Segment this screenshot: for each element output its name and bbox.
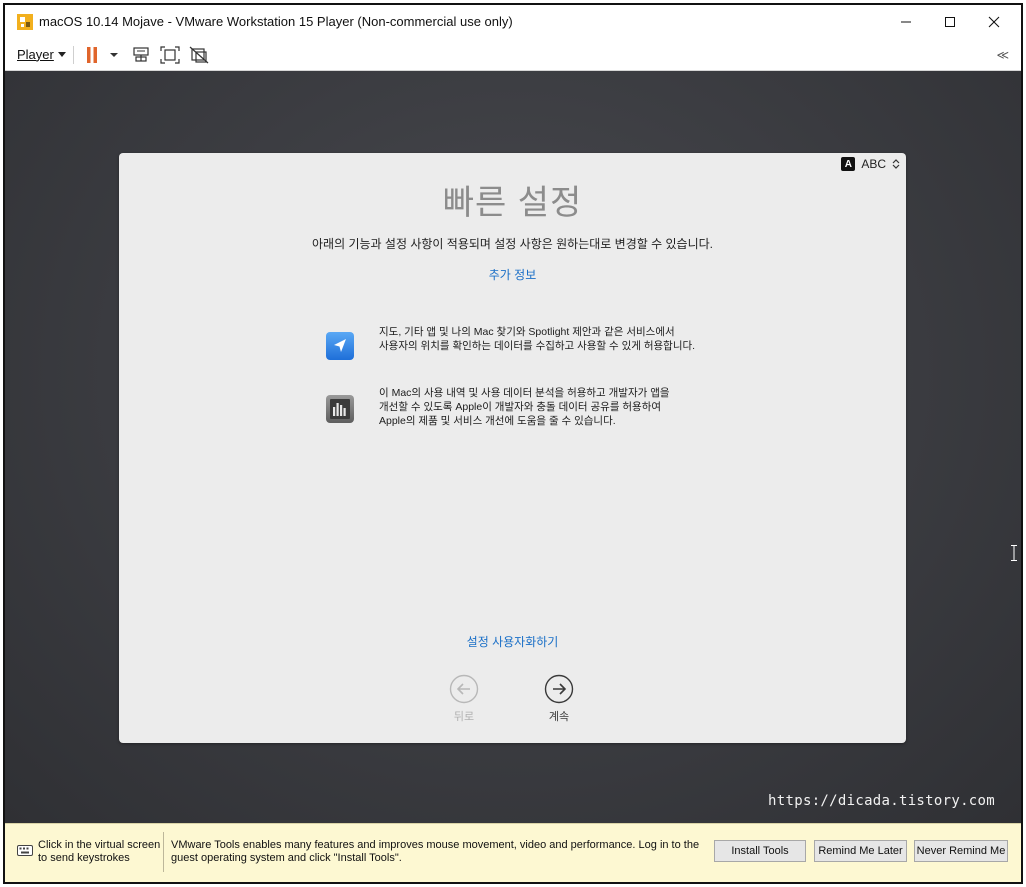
keyboard-icon	[17, 845, 33, 856]
maximize-button[interactable]	[927, 5, 973, 39]
feature-text-line: Apple의 제품 및 서비스 개선에 도움을 줄 수 있습니다.	[379, 415, 616, 427]
feature-text-line: 이 Mac의 사용 내역 및 사용 데이터 분석을 허용하고 개발자가 앱을	[379, 387, 670, 399]
vmware-tools-message: VMware Tools enables many features and i…	[171, 839, 700, 864]
blog-watermark: https://dicada.tistory.com	[768, 793, 995, 809]
dropdown-arrow-icon	[57, 51, 66, 57]
arrow-left-circle-icon	[449, 674, 479, 704]
analytics-feature: 이 Mac의 사용 내역 및 사용 데이터 분석을 허용하고 개발자가 앱을 개…	[325, 386, 745, 428]
page-title: 빠른 설정	[442, 184, 583, 222]
location-arrow-icon	[326, 332, 354, 360]
close-button[interactable]	[971, 5, 1017, 39]
customize-settings-link[interactable]: 설정 사용자화하기	[119, 633, 906, 650]
text-cursor-icon	[1011, 545, 1017, 561]
title-bar: macOS 10.14 Mojave - VMware Workstation …	[5, 5, 1021, 39]
vmware-tools-notification-bar: Click in the virtual screen to send keys…	[5, 823, 1021, 882]
page-subtitle: 아래의 기능과 설정 사항이 적용되며 설정 사항은 원하는대로 변경할 수 있…	[312, 237, 713, 251]
install-tools-button[interactable]: Install Tools	[714, 840, 806, 862]
feature-text-line: 사용자의 위치를 확인하는 데이터를 수집하고 사용할 수 있게 허용합니다.	[379, 340, 696, 352]
analytics-chart-icon	[326, 395, 354, 423]
vmware-player-app-icon	[17, 14, 33, 30]
continue-label: 계속	[548, 711, 570, 723]
input-source-label: ABC	[861, 157, 886, 171]
player-menu-button[interactable]: Player	[17, 47, 66, 62]
hint-line: to send keystrokes	[38, 852, 130, 864]
vmware-player-window: macOS 10.14 Mojave - VMware Workstation …	[3, 3, 1023, 884]
feature-text-line: 지도, 기타 앱 및 나의 Mac 찾기와 Spotlight 제안과 같은 서…	[379, 326, 675, 338]
back-label: 뒤로	[453, 711, 475, 723]
feature-text-line: 개선할 수 있도록 Apple이 개발자와 충돌 데이터 공유를 허용하여	[379, 401, 662, 413]
remind-me-later-button[interactable]: Remind Me Later	[814, 840, 907, 862]
maximize-icon	[945, 17, 955, 27]
input-source-badge: A	[841, 157, 856, 171]
window-title: macOS 10.14 Mojave - VMware Workstation …	[39, 14, 513, 29]
arrow-right-circle-icon	[544, 674, 574, 704]
click-to-send-keystrokes-hint: Click in the virtual screen to send keys…	[38, 839, 160, 865]
input-source-menu[interactable]: A ABC	[841, 157, 900, 171]
fullscreen-icon[interactable]	[160, 46, 180, 64]
minimize-button[interactable]	[883, 5, 929, 39]
continue-button[interactable]: 계속	[539, 674, 579, 724]
player-toolbar: Player ≪	[5, 39, 1021, 71]
close-icon	[988, 16, 1000, 28]
never-remind-me-button[interactable]: Never Remind Me	[914, 840, 1008, 862]
send-ctrl-alt-del-icon[interactable]	[131, 46, 151, 64]
more-info-link[interactable]: 추가 정보	[119, 266, 906, 283]
collapse-toolbar-button[interactable]: ≪	[996, 48, 1008, 62]
setup-assistant-panel: A ABC 빠른 설정 아래의 기능과 설정 사항이 적용되며 설정 사항은 원…	[119, 153, 906, 743]
hint-line: Click in the virtual screen	[38, 839, 161, 851]
pause-icon[interactable]	[85, 46, 99, 64]
back-button[interactable]: 뒤로	[444, 674, 484, 724]
toolbar-divider	[73, 46, 74, 64]
pause-dropdown-arrow-icon[interactable]	[109, 46, 119, 64]
unity-icon[interactable]	[189, 46, 209, 64]
location-services-feature: 지도, 기타 앱 및 나의 Mac 찾기와 Spotlight 제안과 같은 서…	[325, 325, 745, 361]
virtual-machine-screen[interactable]: A ABC 빠른 설정 아래의 기능과 설정 사항이 적용되며 설정 사항은 원…	[5, 71, 1021, 823]
chevron-up-down-icon	[892, 159, 900, 169]
notification-divider	[163, 832, 164, 872]
player-menu-label: Player	[17, 47, 54, 62]
minimize-icon	[901, 21, 911, 23]
